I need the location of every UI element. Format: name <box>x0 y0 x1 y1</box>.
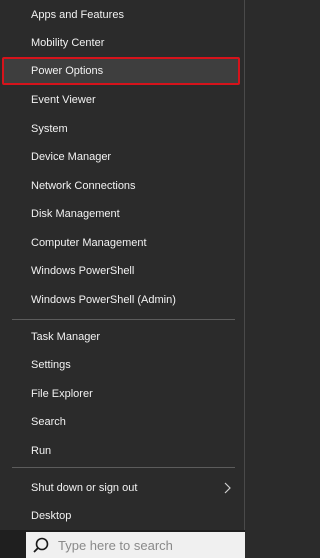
search-icon <box>33 537 49 553</box>
menu-item-label: Search <box>31 416 66 428</box>
menu-item-label: Mobility Center <box>31 37 105 49</box>
menu-item-power-options[interactable]: Power Options <box>2 57 240 85</box>
menu-item-label: Network Connections <box>31 180 136 192</box>
menu-item-windows-powershell[interactable]: Windows PowerShell <box>2 257 240 285</box>
menu-item-task-manager[interactable]: Task Manager <box>2 323 240 351</box>
menu-item-shut-down-or-sign-out[interactable]: Shut down or sign out <box>2 474 240 502</box>
menu-item-label: Computer Management <box>31 237 147 249</box>
start-button-edge[interactable] <box>0 530 26 558</box>
menu-item-label: System <box>31 123 68 135</box>
menu-item-label: Windows PowerShell <box>31 265 135 277</box>
menu-item-file-explorer[interactable]: File Explorer <box>2 380 240 408</box>
menu-item-label: Event Viewer <box>31 94 96 106</box>
menu-item-label: Desktop <box>31 510 72 522</box>
menu-item-label: Run <box>31 445 52 457</box>
menu-item-mobility-center[interactable]: Mobility Center <box>2 29 240 57</box>
search-placeholder: Type here to search <box>58 537 173 553</box>
menu-item-desktop[interactable]: Desktop <box>2 502 240 530</box>
menu-item-computer-management[interactable]: Computer Management <box>2 229 240 257</box>
menu-item-run[interactable]: Run <box>2 437 240 465</box>
screen: Apps and Features Mobility Center Power … <box>0 0 245 558</box>
menu-item-label: Shut down or sign out <box>31 482 138 494</box>
menu-item-apps-and-features[interactable]: Apps and Features <box>2 1 240 29</box>
menu-item-disk-management[interactable]: Disk Management <box>2 200 240 228</box>
menu-item-label: Disk Management <box>31 208 120 220</box>
menu-item-network-connections[interactable]: Network Connections <box>2 172 240 200</box>
menu-item-windows-powershell-admin[interactable]: Windows PowerShell (Admin) <box>2 286 240 314</box>
menu-item-event-viewer[interactable]: Event Viewer <box>2 86 240 114</box>
menu-item-search[interactable]: Search <box>2 408 240 436</box>
menu-item-label: Apps and Features <box>31 9 124 21</box>
menu-item-label: Settings <box>31 359 71 371</box>
menu-item-label: File Explorer <box>31 388 93 400</box>
menu-item-label: Windows PowerShell (Admin) <box>31 294 176 306</box>
menu-item-label: Task Manager <box>31 331 101 343</box>
menu-divider <box>12 467 235 468</box>
menu-item-settings[interactable]: Settings <box>2 351 240 379</box>
menu-item-label: Power Options <box>31 65 104 77</box>
menu-item-label: Device Manager <box>31 151 112 163</box>
menu-item-system[interactable]: System <box>2 115 240 143</box>
taskbar: Type here to search <box>0 530 245 558</box>
menu-divider <box>12 319 235 320</box>
chevron-right-icon <box>224 482 231 494</box>
quick-link-menu: Apps and Features Mobility Center Power … <box>0 0 245 530</box>
taskbar-search-box[interactable]: Type here to search <box>26 532 245 558</box>
menu-item-device-manager[interactable]: Device Manager <box>2 143 240 171</box>
